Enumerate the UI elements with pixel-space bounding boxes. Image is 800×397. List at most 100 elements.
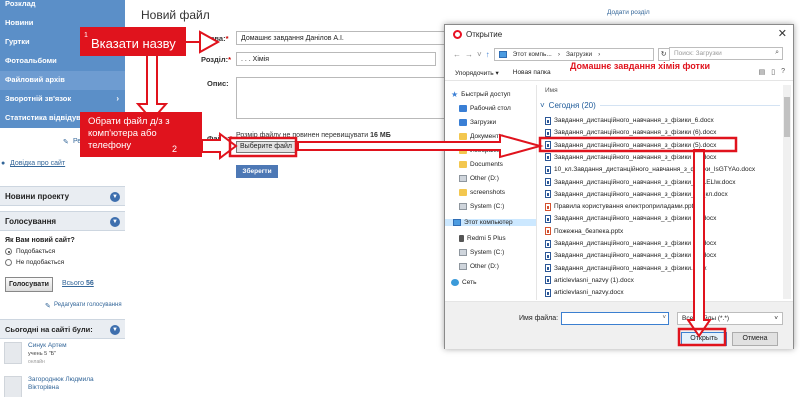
file-group-header[interactable]: ˅ Сегодня (20) bbox=[540, 101, 780, 110]
choose-file-button[interactable]: Выберите файл bbox=[236, 141, 296, 153]
poll-total-label: Всього bbox=[62, 280, 85, 287]
new-folder-button[interactable]: Новая папка bbox=[513, 69, 551, 76]
open-file-dialog: Открытие ✕ ← → ˅ ↑ Этот компь... › Загруз… bbox=[444, 24, 794, 349]
help-icon[interactable]: ? bbox=[781, 68, 785, 76]
tree-item[interactable]: Загрузки bbox=[459, 119, 496, 126]
user-name[interactable]: Загороднюк Людмила Вікторівна bbox=[28, 376, 108, 392]
chevron-down-icon[interactable]: ˅ bbox=[662, 315, 666, 321]
vote-button[interactable]: Голосувати bbox=[5, 277, 53, 292]
file-item[interactable]: Пожежна_безпека.pptx bbox=[545, 226, 623, 237]
project-news-header[interactable]: Новини проекту ▼ bbox=[0, 186, 125, 206]
collapse-icon[interactable]: ▼ bbox=[110, 217, 120, 227]
poll-option-like[interactable]: Подобається bbox=[5, 248, 55, 255]
path-segment[interactable]: Загрузки bbox=[566, 51, 592, 58]
help-icon: ● bbox=[1, 160, 6, 167]
file-item[interactable]: Завдання_дистанційного_навчання_з_фізики… bbox=[545, 177, 736, 188]
file-item[interactable]: 10_кл.Завдання_дистанційного_навчання_з_… bbox=[545, 164, 755, 175]
tree-item[interactable]: Сеть bbox=[451, 279, 476, 286]
section-label: Розділ:* bbox=[201, 55, 232, 64]
open-button[interactable]: Открыть bbox=[681, 332, 727, 346]
file-item[interactable]: Завдання_дистанційного_навчання_з_фізики… bbox=[545, 152, 716, 163]
refresh-icon[interactable]: ↻ bbox=[657, 47, 670, 61]
online-user[interactable]: Загороднюк Людмила Вікторівна bbox=[4, 376, 122, 397]
file-item[interactable]: articlevlasni_nazvy (1).docx bbox=[545, 275, 634, 286]
file-item[interactable]: Завдання_дистанційного_навчання_з_фізики… bbox=[545, 115, 714, 126]
tree-item[interactable]: System (C:) bbox=[459, 249, 504, 256]
tree-item[interactable]: Documents bbox=[459, 161, 503, 168]
online-header[interactable]: Сьогодні на сайті були: ▼ bbox=[0, 319, 125, 339]
file-item[interactable]: Завдання_дистанційного_навчання_з_фізики… bbox=[545, 213, 716, 224]
file-name: Завдання_дистанційного_навчання_з_фізики… bbox=[554, 117, 714, 124]
tree-item[interactable]: System (C:) bbox=[459, 203, 504, 210]
file-item[interactable]: Завдання_дистанційного_навчання_з_фізики… bbox=[545, 127, 716, 138]
column-header-name[interactable]: Имя bbox=[545, 87, 558, 94]
file-item[interactable]: Завдання_дистанційного_навчання_з_фізики… bbox=[545, 263, 707, 274]
forward-arrow-icon[interactable]: → bbox=[465, 50, 473, 59]
user-name[interactable]: Синук Артем bbox=[28, 342, 67, 350]
file-item[interactable]: Правила користування електроприладами.pp… bbox=[545, 201, 697, 212]
file-item[interactable]: Завдання_дистанційного_навчання_з_фізики… bbox=[545, 238, 716, 249]
poll-option-dislike[interactable]: Не подобається bbox=[5, 259, 64, 266]
section-select[interactable]: . . . Хімія bbox=[236, 52, 436, 66]
radio-button[interactable] bbox=[5, 248, 12, 255]
organize-menu[interactable]: Упорядочить ▾ bbox=[455, 69, 499, 77]
radio-button[interactable] bbox=[5, 259, 12, 266]
file-item[interactable]: Завдання_дистанційного_навчання_з_фізики… bbox=[545, 250, 716, 261]
collapse-icon[interactable]: ▼ bbox=[110, 325, 120, 335]
nav-item-file-archive[interactable]: Файловий архів bbox=[0, 71, 125, 91]
up-arrow-icon[interactable]: ↑ bbox=[486, 50, 490, 59]
online-user[interactable]: Синук Артем учень 5 "Б" онлайн bbox=[4, 342, 122, 370]
dialog-footer: Имя файла: ˅ Все файлы (*.*) ˅ Открыть От… bbox=[445, 301, 793, 349]
docx-file-icon bbox=[545, 165, 551, 174]
sidebar: Розклад Новини Гуртки Фотоальбоми Файлов… bbox=[0, 0, 125, 397]
chevron-down-icon[interactable]: ˅ bbox=[477, 50, 482, 59]
file-item[interactable]: articlevlasni_nazvy.docx bbox=[545, 287, 624, 298]
group-label: Сегодня (20) bbox=[548, 101, 596, 110]
tree-item[interactable]: Other (D:) bbox=[459, 175, 499, 182]
tree-item[interactable]: screenshots bbox=[459, 189, 505, 196]
group-divider bbox=[599, 105, 780, 106]
name-label-text: Назва: bbox=[201, 34, 226, 43]
collapse-icon[interactable]: ▼ bbox=[110, 192, 120, 202]
folder-icon bbox=[459, 189, 467, 196]
preview-pane-icon[interactable]: ▯ bbox=[771, 68, 775, 76]
tree-item-label: Документы bbox=[470, 133, 504, 140]
tree-item[interactable]: ★ Быстрый доступ bbox=[451, 91, 511, 99]
file-item[interactable]: Завдання_дистанційного_навчання_з_фізики… bbox=[545, 140, 716, 151]
path-breadcrumb[interactable]: Этот компь... › Загрузки › bbox=[493, 47, 654, 61]
annotation-note: Домашнє завдання хімія фотки bbox=[570, 61, 710, 71]
poll-total[interactable]: Всього 56 bbox=[62, 280, 94, 287]
path-segment[interactable]: Этот компь... bbox=[513, 51, 552, 58]
cancel-button[interactable]: Отмена bbox=[732, 332, 778, 346]
poll-header[interactable]: Голосування ▼ bbox=[0, 211, 125, 231]
file-label-text: Файл: bbox=[207, 134, 230, 143]
phone-icon bbox=[459, 235, 464, 242]
file-type-select[interactable]: Все файлы (*.*) ˅ bbox=[677, 312, 783, 325]
back-arrow-icon[interactable]: ← bbox=[453, 50, 461, 59]
add-section-link[interactable]: Додати розділ bbox=[607, 9, 650, 16]
navigation-tree: ★ Быстрый доступ Рабочий стол Загрузки Докум… bbox=[445, 85, 537, 300]
folder-icon bbox=[459, 161, 467, 168]
search-input[interactable]: Поиск: Загрузки ⌕ bbox=[669, 47, 783, 60]
file-list-scrollbar[interactable] bbox=[783, 85, 791, 299]
file-item[interactable]: Завдання_дистанційного_навчання_з_фізики… bbox=[545, 189, 728, 200]
computer-icon bbox=[498, 50, 507, 58]
nav-label: Гуртки bbox=[5, 37, 30, 46]
folder-icon bbox=[459, 119, 467, 126]
view-options-icon[interactable]: ▤ bbox=[759, 68, 766, 76]
scroll-thumb[interactable] bbox=[784, 97, 790, 137]
tree-item[interactable]: Изображения bbox=[459, 147, 511, 154]
help-link[interactable]: Довідка про сайт bbox=[10, 160, 65, 167]
tree-item[interactable]: Other (D:) bbox=[459, 263, 499, 270]
tree-item[interactable]: Этот компьютер bbox=[445, 219, 536, 226]
tree-item[interactable]: Документы bbox=[459, 133, 504, 140]
file-name-input[interactable]: ˅ bbox=[561, 312, 669, 325]
nav-item-feedback[interactable]: Зворотній зв'язок › bbox=[0, 90, 125, 110]
tree-item[interactable]: Redmi 5 Plus bbox=[459, 235, 506, 242]
nav-item-schedule[interactable]: Розклад bbox=[0, 0, 125, 15]
save-button[interactable]: Зберегти bbox=[236, 165, 278, 178]
file-label: Файл:* bbox=[207, 134, 233, 143]
tree-item[interactable]: Рабочий стол bbox=[459, 105, 511, 112]
edit-poll-link[interactable]: Редагувати голосування bbox=[54, 302, 122, 308]
close-icon[interactable]: ✕ bbox=[778, 27, 787, 40]
